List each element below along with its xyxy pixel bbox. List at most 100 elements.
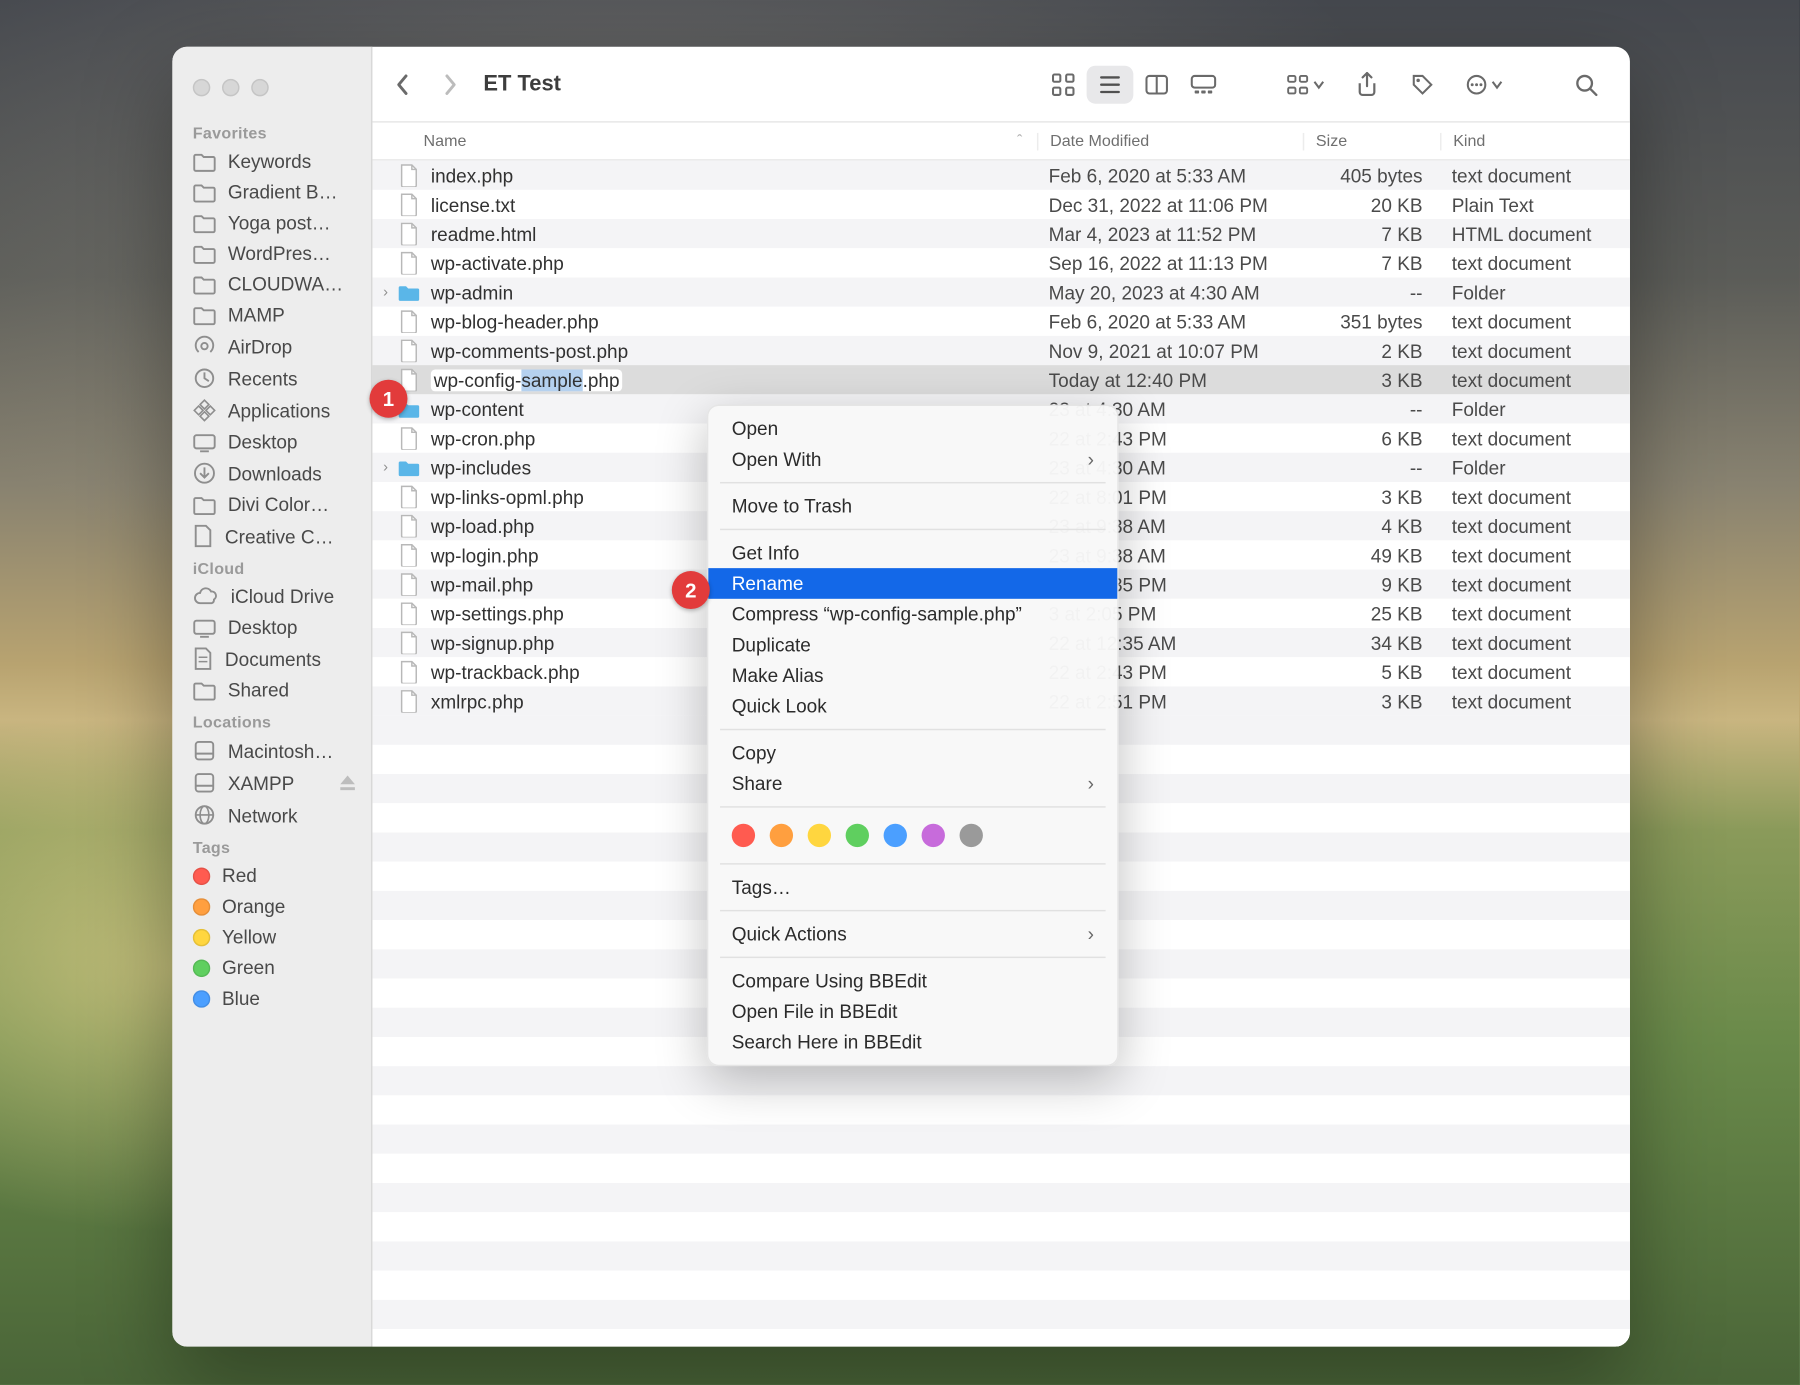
sidebar-item-label: WordPres… [228,242,331,264]
file-kind: text document [1440,369,1630,391]
file-icon [396,573,422,596]
file-kind: text document [1440,486,1630,508]
file-kind: text document [1440,690,1630,712]
file-row[interactable]: wp-config-sample.phpToday at 12:40 PM3 K… [372,365,1629,394]
file-row[interactable]: index.phpFeb 6, 2020 at 5:33 AM405 bytes… [372,161,1629,190]
menu-item[interactable]: Share› [708,768,1117,799]
sidebar-item[interactable]: Documents [172,643,371,675]
sidebar-item[interactable]: Desktop [172,426,371,457]
menu-item[interactable]: Move to Trash [708,491,1117,522]
column-headers: Nameˆ Date Modified Size Kind [372,123,1629,161]
close-icon[interactable] [193,79,211,97]
file-row[interactable]: wp-activate.phpSep 16, 2022 at 11:13 PM7… [372,248,1629,277]
file-row[interactable]: readme.htmlMar 4, 2023 at 11:52 PM7 KBHT… [372,219,1629,248]
zoom-icon[interactable] [251,79,269,97]
tag-color[interactable] [846,824,869,847]
tags-button[interactable] [1399,65,1446,103]
view-icons-button[interactable] [1040,65,1087,103]
sidebar-item-label: Documents [225,648,321,670]
file-size: 7 KB [1303,252,1440,274]
menu-item[interactable]: Compress “wp-config-sample.php” [708,599,1117,630]
sidebar-item[interactable]: Creative C… [172,520,371,552]
network-icon [193,803,216,826]
sidebar-item[interactable]: Yoga post… [172,207,371,238]
sidebar-item[interactable]: Shared [172,675,371,706]
action-button[interactable] [1455,65,1513,103]
column-name[interactable]: Nameˆ [372,132,1037,150]
sidebar-item[interactable]: AirDrop [172,330,371,362]
sidebar-item[interactable]: Green [172,952,371,983]
sidebar-item[interactable]: XAMPP [172,767,371,799]
menu-item[interactable]: Tags… [708,872,1117,903]
menu-item[interactable]: Compare Using BBEdit [708,965,1117,996]
file-row[interactable]: wp-comments-post.phpNov 9, 2021 at 10:07… [372,336,1629,365]
tag-color[interactable] [770,824,793,847]
sidebar-item[interactable]: WordPres… [172,238,371,269]
sidebar-item-label: Yellow [222,926,276,948]
window-title: ET Test [483,72,561,97]
menu-item[interactable]: Duplicate [708,629,1117,660]
sidebar-item[interactable]: Applications [172,394,371,426]
file-icon [396,222,422,245]
tag-color[interactable] [884,824,907,847]
menu-item[interactable]: Open With› [708,444,1117,475]
shared-icon [193,680,216,700]
group-by-button[interactable] [1276,65,1334,103]
menu-item[interactable]: Search Here in BBEdit [708,1027,1117,1058]
file-row[interactable]: ›wp-adminMay 20, 2023 at 4:30 AM--Folder [372,277,1629,306]
sidebar-item[interactable]: iCloud Drive [172,581,371,612]
sidebar-item[interactable]: Divi Color… [172,489,371,520]
sidebar-item[interactable]: Downloads [172,457,371,489]
menu-item[interactable]: Open [708,413,1117,444]
file-row[interactable]: license.txtDec 31, 2022 at 11:06 PM20 KB… [372,190,1629,219]
menu-item[interactable]: Get Info [708,537,1117,568]
menu-item-label: Rename [732,573,804,595]
column-kind[interactable]: Kind [1440,132,1630,150]
forward-button[interactable] [431,65,469,103]
file-size: 405 bytes [1303,164,1440,186]
sidebar-item[interactable]: Network [172,799,371,831]
menu-item[interactable]: Open File in BBEdit [708,996,1117,1027]
file-row[interactable]: wp-blog-header.phpFeb 6, 2020 at 5:33 AM… [372,307,1629,336]
column-size[interactable]: Size [1303,132,1440,150]
menu-item[interactable]: Rename [708,568,1117,599]
menu-item[interactable]: Quick Look [708,691,1117,722]
sidebar-item[interactable]: Keywords [172,146,371,177]
sidebar-item[interactable]: Macintosh… [172,735,371,767]
airdrop-icon [193,334,216,357]
file-icon [396,543,422,566]
sidebar-item[interactable]: Red [172,860,371,891]
view-columns-button[interactable] [1133,65,1180,103]
back-button[interactable] [384,65,422,103]
sidebar-item[interactable]: Recents [172,362,371,394]
view-gallery-button[interactable] [1180,65,1227,103]
sidebar-item[interactable]: Gradient B… [172,177,371,208]
folder-icon [193,151,216,171]
tag-color[interactable] [922,824,945,847]
eject-icon[interactable] [339,774,357,792]
menu-item[interactable]: Make Alias [708,660,1117,691]
sidebar-item[interactable]: Yellow [172,922,371,953]
disclosure-icon[interactable]: › [375,459,395,475]
file-name: license.txt [428,194,1037,216]
sidebar-item[interactable]: MAMP [172,299,371,330]
sidebar-item[interactable]: Blue [172,983,371,1014]
clock-icon [193,367,216,390]
tag-color[interactable] [808,824,831,847]
tag-color[interactable] [732,824,755,847]
view-list-button[interactable] [1087,65,1134,103]
menu-item[interactable]: Copy [708,738,1117,769]
menu-item-label: Compare Using BBEdit [732,970,927,992]
folder-icon [396,458,422,477]
column-date[interactable]: Date Modified [1037,132,1303,150]
sidebar-item[interactable]: Orange [172,891,371,922]
sidebar-item[interactable]: Desktop [172,612,371,643]
sidebar-item[interactable]: CLOUDWA… [172,269,371,300]
tag-color[interactable] [960,824,983,847]
disclosure-icon[interactable]: › [375,284,395,300]
minimize-icon[interactable] [222,79,240,97]
share-button[interactable] [1344,65,1391,103]
search-button[interactable] [1563,65,1610,103]
menu-item[interactable]: Quick Actions› [708,919,1117,950]
tag-color-row [708,815,1117,856]
